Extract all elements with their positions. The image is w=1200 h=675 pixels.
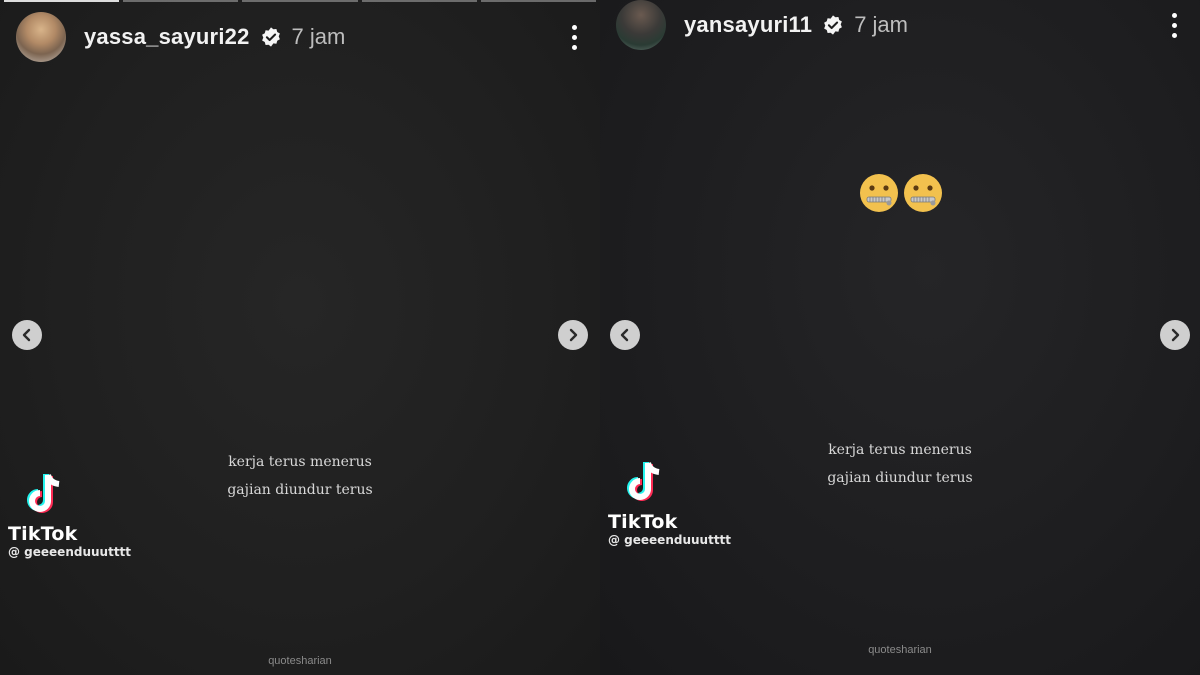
progress-segment <box>123 0 239 2</box>
tiktok-logo-icon <box>27 474 60 513</box>
chevron-left-icon <box>620 328 629 342</box>
previous-story-button[interactable] <box>610 320 640 350</box>
tiktok-label: TikTok <box>8 523 78 545</box>
post-time: 7 jam <box>854 12 908 37</box>
emoji-sticker <box>858 172 944 214</box>
zipper-mouth-face-icon <box>860 174 898 212</box>
verified-badge-icon <box>260 26 282 48</box>
tiktok-logo-icon <box>627 462 660 501</box>
progress-segment <box>4 0 120 2</box>
quote-line: kerja terus menerus <box>228 454 372 470</box>
tiktok-label: TikTok <box>608 511 678 533</box>
username[interactable]: yassa_sayuri22 <box>84 24 250 50</box>
avatar[interactable] <box>16 12 66 62</box>
tiktok-handle: @ geeeenduuutttt <box>608 533 732 547</box>
source-watermark: quotesharian <box>268 655 332 667</box>
more-vertical-icon[interactable] <box>1164 10 1184 40</box>
tiktok-watermark: TikTok @ geeeenduuutttt <box>608 460 731 547</box>
next-story-button[interactable] <box>1160 320 1190 350</box>
chevron-right-icon <box>1171 328 1180 342</box>
story-panel-left: yassa_sayuri22 7 jam kerja terus menerus… <box>0 0 600 675</box>
chevron-right-icon <box>569 328 578 342</box>
story-progress-bar <box>4 0 597 2</box>
quote-line: gajian diundur terus <box>227 482 373 498</box>
username[interactable]: yansayuri11 <box>684 12 812 38</box>
avatar[interactable] <box>616 0 666 50</box>
zipper-mouth-face-icon <box>904 174 942 212</box>
progress-segment <box>361 0 477 2</box>
verified-badge-icon <box>822 14 844 36</box>
story-quote-text: kerja terus menerus gajian diundur terus <box>180 448 420 504</box>
quote-line: kerja terus menerus <box>828 442 972 458</box>
more-vertical-icon[interactable] <box>564 22 584 52</box>
story-panel-right: yansayuri11 7 jam kerja terus menerus ga… <box>600 0 1200 675</box>
post-time: 7 jam <box>291 24 346 49</box>
story-header: yassa_sayuri22 7 jam <box>16 12 584 62</box>
story-viewer: yassa_sayuri22 7 jam kerja terus menerus… <box>0 0 1200 675</box>
previous-story-button[interactable] <box>12 320 42 350</box>
tiktok-handle: @ geeeenduuutttt <box>8 545 132 559</box>
progress-segment <box>242 0 358 2</box>
tiktok-watermark: TikTok @ geeeenduuutttt <box>8 472 131 559</box>
progress-segment <box>480 0 597 2</box>
source-watermark: quotesharian <box>868 644 932 656</box>
quote-line: gajian diundur terus <box>827 470 973 486</box>
story-header: yansayuri11 7 jam <box>616 0 1184 50</box>
next-story-button[interactable] <box>558 320 588 350</box>
story-quote-text: kerja terus menerus gajian diundur terus <box>780 436 1020 492</box>
chevron-left-icon <box>22 328 31 342</box>
